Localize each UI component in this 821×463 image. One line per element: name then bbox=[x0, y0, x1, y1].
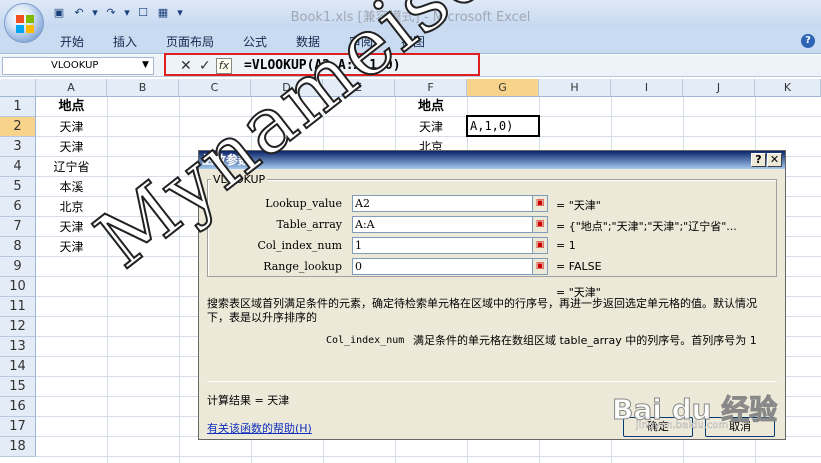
row-header[interactable]: 10 bbox=[0, 277, 36, 297]
title-bar: ▣ ↶ ▾ ↷ ▾ ☐ ▦ ▾ Book1.xls [兼容模式] - Micro… bbox=[0, 0, 821, 28]
select-all-corner[interactable] bbox=[0, 79, 36, 97]
row-header[interactable]: 11 bbox=[0, 297, 36, 317]
arg-result: = FALSE bbox=[556, 260, 602, 273]
arg-result: = {"地点";"天津";"天津";"辽宁省"... bbox=[556, 220, 737, 233]
row-header[interactable]: 2 bbox=[0, 117, 36, 137]
row-header[interactable]: 5 bbox=[0, 177, 36, 197]
column-header-b[interactable]: B bbox=[107, 79, 179, 97]
window-title: Book1.xls [兼容模式] - Microsoft Excel bbox=[290, 10, 531, 25]
row-header[interactable]: 6 bbox=[0, 197, 36, 217]
collapse-dialog-icon[interactable]: ▣ bbox=[532, 216, 548, 233]
row-header[interactable]: 12 bbox=[0, 317, 36, 337]
col-index-num-input[interactable]: 1 bbox=[352, 237, 548, 254]
tab-home[interactable]: 开始 bbox=[60, 33, 84, 50]
excel-window: ▣ ↶ ▾ ↷ ▾ ☐ ▦ ▾ Book1.xls [兼容模式] - Micro… bbox=[0, 0, 821, 463]
chevron-down-icon[interactable]: ▼ bbox=[142, 57, 149, 73]
row-header[interactable]: 3 bbox=[0, 137, 36, 157]
row-header[interactable]: 9 bbox=[0, 257, 36, 277]
range-lookup-input[interactable]: 0 bbox=[352, 258, 548, 275]
dialog-title: 函数参数 bbox=[199, 151, 785, 169]
help-icon[interactable]: ? bbox=[801, 34, 815, 48]
column-header-k[interactable]: K bbox=[755, 79, 821, 97]
row-header[interactable]: 1 bbox=[0, 97, 36, 117]
row-header[interactable]: 7 bbox=[0, 217, 36, 237]
highlight-box bbox=[164, 53, 480, 76]
arg-label-range-lookup: Range_lookup bbox=[263, 260, 342, 273]
collapse-dialog-icon[interactable]: ▣ bbox=[532, 195, 548, 212]
cell-a3[interactable]: 天津 bbox=[36, 137, 107, 157]
cell-a6[interactable]: 北京 bbox=[36, 197, 107, 217]
tab-view[interactable]: 视图 bbox=[401, 33, 425, 50]
row-header[interactable]: 15 bbox=[0, 377, 36, 397]
close-icon[interactable]: ✕ bbox=[767, 153, 782, 167]
arg-label-lookup-value: Lookup_value bbox=[265, 197, 342, 210]
calculation-result: 计算结果 = 天津 bbox=[207, 394, 290, 407]
cell-a2[interactable]: 天津 bbox=[36, 117, 107, 137]
arg-label-table-array: Table_array bbox=[276, 218, 342, 231]
collapse-dialog-icon[interactable]: ▣ bbox=[532, 258, 548, 275]
arg-label-col-index-num: Col_index_num bbox=[257, 239, 342, 252]
divider bbox=[207, 381, 777, 382]
tab-data[interactable]: 数据 bbox=[296, 33, 320, 50]
row-header[interactable]: 8 bbox=[0, 237, 36, 257]
tab-formulas[interactable]: 公式 bbox=[243, 33, 267, 50]
cell-a8[interactable]: 天津 bbox=[36, 237, 107, 257]
arg-result: = 1 bbox=[556, 239, 576, 252]
row-header[interactable]: 14 bbox=[0, 357, 36, 377]
active-cell-g2[interactable]: A,1,0) bbox=[466, 115, 540, 137]
tab-review[interactable]: 审阅 bbox=[349, 33, 373, 50]
row-header[interactable]: 13 bbox=[0, 337, 36, 357]
office-logo-icon bbox=[16, 15, 34, 33]
table-array-input[interactable]: A:A bbox=[352, 216, 548, 233]
cell-a5[interactable]: 本溪 bbox=[36, 177, 107, 197]
cell-a1[interactable]: 地点 bbox=[36, 97, 107, 117]
office-button[interactable] bbox=[4, 3, 44, 43]
row-header[interactable]: 16 bbox=[0, 397, 36, 417]
function-help-link[interactable]: 有关该函数的帮助(H) bbox=[207, 420, 312, 436]
column-header-d[interactable]: D bbox=[251, 79, 323, 97]
cell-f2[interactable]: 天津 bbox=[395, 117, 467, 137]
watermark-url: jingyan.baidu.com bbox=[636, 420, 729, 431]
cell-a4[interactable]: 辽宁省 bbox=[36, 157, 107, 177]
ribbon-tabs: 开始 插入 页面布局 公式 数据 审阅 视图 bbox=[0, 28, 821, 54]
cell-a7[interactable]: 天津 bbox=[36, 217, 107, 237]
help-icon[interactable]: ? bbox=[751, 153, 766, 167]
tab-insert[interactable]: 插入 bbox=[113, 33, 137, 50]
function-description: 搜索表区域首列满足条件的元素，确定待检索单元格在区域中的行序号，再进一步返回选定… bbox=[207, 297, 757, 324]
lookup-value-input[interactable]: A2 bbox=[352, 195, 548, 212]
name-box[interactable]: VLOOKUP bbox=[2, 57, 154, 75]
column-header-g[interactable]: G bbox=[467, 79, 539, 97]
cell-f1[interactable]: 地点 bbox=[395, 97, 467, 117]
column-header-h[interactable]: H bbox=[539, 79, 611, 97]
tab-page-layout[interactable]: 页面布局 bbox=[166, 33, 214, 50]
argument-name: Col_index_num bbox=[326, 335, 405, 346]
column-header-e[interactable]: E bbox=[323, 79, 395, 97]
collapse-dialog-icon[interactable]: ▣ bbox=[532, 237, 548, 254]
column-header-c[interactable]: C bbox=[179, 79, 251, 97]
arg-result: = "天津" bbox=[556, 199, 601, 212]
row-header[interactable]: 4 bbox=[0, 157, 36, 177]
function-name: VLOOKUP bbox=[211, 173, 268, 186]
column-header-i[interactable]: I bbox=[611, 79, 683, 97]
column-header-a[interactable]: A bbox=[36, 79, 107, 97]
row-header[interactable]: 18 bbox=[0, 437, 36, 457]
column-header-f[interactable]: F bbox=[395, 79, 467, 97]
column-header-j[interactable]: J bbox=[683, 79, 755, 97]
argument-description: 满足条件的单元格在数组区域 table_array 中的列序号。首列序号为 1 bbox=[413, 334, 757, 347]
row-header[interactable]: 17 bbox=[0, 417, 36, 437]
